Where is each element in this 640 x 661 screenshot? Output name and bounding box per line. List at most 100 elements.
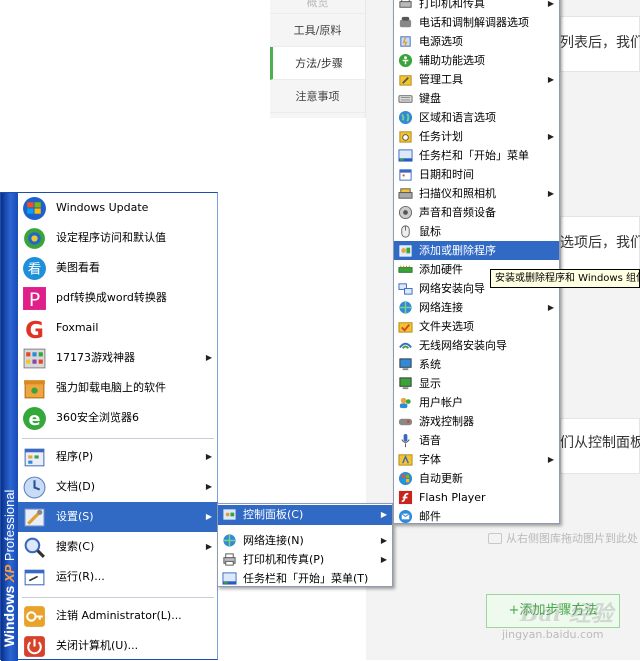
cp-item-add-remove-programs[interactable]: 添加或删除程序 (394, 241, 559, 260)
start-item-run[interactable]: 运行(R)... (18, 562, 218, 592)
mouse-icon (401, 225, 410, 238)
start-item-meitu[interactable]: 看 美图看看 (18, 253, 218, 283)
submenu-label: 邮件 (419, 510, 441, 523)
start-item-programs[interactable]: 程序(P) ▶ (18, 442, 218, 472)
menu-separator (22, 438, 214, 439)
chevron-right-icon: ▶ (205, 482, 212, 491)
chevron-right-icon: ▶ (547, 0, 554, 8)
submenu-label: 网络安装向导 (419, 282, 485, 295)
submenu-label: 打印机和传真(P) (243, 553, 325, 566)
cp-item-mouse[interactable]: 鼠标 (394, 222, 559, 241)
start-item-360-browser[interactable]: e 360安全浏览器6 (18, 403, 218, 433)
start-item-pdf-converter[interactable]: P pdf转换成word转换器 (18, 283, 218, 313)
tab-notes[interactable]: 注意事项 (270, 80, 365, 113)
start-item-documents[interactable]: 文档(D) ▶ (18, 472, 218, 502)
start-item-game-tool[interactable]: 17173游戏神器 ▶ (18, 343, 218, 373)
chevron-right-icon: ▶ (205, 542, 212, 551)
chevron-right-icon: ▶ (380, 536, 387, 545)
start-item-logoff[interactable]: 注销 Administrator(L)... (18, 601, 218, 631)
settings-item-printers[interactable]: 打印机和传真(P) ▶ (218, 550, 392, 569)
cp-item-mail[interactable]: 邮件 (394, 507, 559, 526)
control-panel-submenu: 打印机和传真 ▶ 电话和调制解调器选项 电源选项 辅助功能选项 管理工具 ▶ 键盘 … (393, 0, 560, 524)
start-item-shutdown[interactable]: 关闭计算机(U)... (18, 631, 218, 661)
cp-item-user-accounts[interactable]: 用户帐户 (394, 393, 559, 412)
cp-item-system[interactable]: 系统 (394, 355, 559, 374)
tab-tools[interactable]: 工具/原料 (270, 14, 365, 47)
cp-item-taskbar[interactable]: 任务栏和「开始」菜单 (394, 146, 559, 165)
cp-item-admin-tools[interactable]: 管理工具 ▶ (394, 70, 559, 89)
chevron-right-icon: ▶ (547, 303, 554, 312)
start-item-foxmail[interactable]: G Foxmail (18, 313, 218, 343)
cp-item-folder-options[interactable]: 文件夹选项 (394, 317, 559, 336)
tab-overview[interactable]: 概览 (270, 0, 365, 14)
cp-item-network[interactable]: 网络连接 ▶ (394, 298, 559, 317)
cp-item-task-scheduler[interactable]: 任务计划 ▶ (394, 127, 559, 146)
cp-item-printers[interactable]: 打印机和传真 ▶ (394, 0, 559, 13)
banner-windows: Windows (1, 585, 17, 647)
chevron-right-icon: ▶ (547, 75, 554, 84)
cp-item-flash-player[interactable]: Flash Player (394, 488, 559, 507)
tab-steps[interactable]: 方法/步骤 (270, 47, 365, 80)
settings-item-control-panel[interactable]: 控制面板(C) ▶ (218, 505, 392, 525)
cp-item-date-time[interactable]: 日期和时间 (394, 165, 559, 184)
cp-item-phone-modem[interactable]: 电话和调制解调器选项 (394, 13, 559, 32)
article-nav-tabs: 概览 工具/原料 方法/步骤 注意事项 (270, 0, 366, 118)
settings-item-network[interactable]: 网络连接(N) ▶ (218, 531, 392, 550)
submenu-label: 文件夹选项 (419, 320, 474, 333)
add-hardware-icon (398, 265, 413, 273)
program-defaults-icon (24, 228, 45, 249)
start-item-settings[interactable]: 设置(S) ▶ (18, 502, 218, 532)
submenu-label: 网络连接(N) (243, 534, 304, 547)
start-item-label: 搜索(C) (56, 540, 95, 553)
submenu-label: 显示 (419, 377, 441, 390)
cp-item-fonts[interactable]: 字体 ▶ (394, 450, 559, 469)
submenu-label: 日期和时间 (419, 168, 474, 181)
submenu-label: 用户帐户 (419, 396, 463, 409)
browser-360-icon: e (23, 407, 46, 430)
step-text: 列表后，我们 (560, 35, 640, 51)
cp-item-accessibility[interactable]: 辅助功能选项 (394, 51, 559, 70)
cp-item-scanners[interactable]: 扫描仪和照相机 ▶ (394, 184, 559, 203)
cp-item-display[interactable]: 显示 (394, 374, 559, 393)
control-panel-icon (222, 508, 237, 521)
speech-icon (401, 433, 410, 448)
submenu-label: 键盘 (419, 92, 441, 105)
start-item-label: 程序(P) (56, 450, 94, 463)
settings-item-taskbar[interactable]: 任务栏和「开始」菜单(T) (218, 569, 392, 588)
cp-item-power[interactable]: 电源选项 (394, 32, 559, 51)
start-item-windows-update[interactable]: Windows Update (18, 193, 218, 223)
cp-item-wireless[interactable]: 无线网络安装向导 (394, 336, 559, 355)
start-item-label: 文档(D) (56, 480, 96, 493)
start-item-label: 设置(S) (56, 510, 94, 523)
cp-item-auto-update[interactable]: 自动更新 (394, 469, 559, 488)
wireless-icon (399, 342, 412, 349)
shutdown-icon (24, 636, 45, 657)
cp-item-speech[interactable]: 语音 (394, 431, 559, 450)
network-icon (399, 301, 412, 314)
submenu-label: 控制面板(C) (243, 508, 304, 521)
taskbar-icon (222, 572, 237, 585)
chevron-right-icon: ▶ (547, 132, 554, 141)
fonts-icon (398, 454, 413, 466)
settings-submenu: 控制面板(C) ▶ 网络连接(N) ▶ 打印机和传真(P) ▶ 任务栏和「开始」… (217, 503, 393, 587)
start-item-program-defaults[interactable]: 设定程序访问和默认值 (18, 223, 218, 253)
game-tool-icon (23, 348, 46, 369)
pdf-glyph: P (29, 290, 40, 311)
start-item-uninstaller[interactable]: 强力卸载电脑上的软件 (18, 373, 218, 403)
image-drop-hint-text: 从右侧图库拖动图片到此处 (506, 532, 638, 545)
cp-item-region-language[interactable]: 区域和语言选项 (394, 108, 559, 127)
submenu-label: 无线网络安装向导 (419, 339, 507, 352)
tooltip: 安装或删除程序和 Windows 组件 (490, 269, 640, 288)
cp-item-keyboard[interactable]: 键盘 (394, 89, 559, 108)
submenu-label: 管理工具 (419, 73, 463, 86)
submenu-label: 打印机和传真 (419, 0, 485, 10)
submenu-label: 鼠标 (419, 225, 441, 238)
watermark-url: jingyan.baidu.com (502, 628, 604, 641)
meitu-glyph: 看 (28, 262, 42, 278)
submenu-label: 辅助功能选项 (419, 54, 485, 67)
cp-item-game-controllers[interactable]: 游戏控制器 (394, 412, 559, 431)
start-item-search[interactable]: 搜索(C) ▶ (18, 532, 218, 562)
documents-icon (23, 476, 46, 499)
cp-item-sound[interactable]: 声音和音频设备 (394, 203, 559, 222)
submenu-label: 任务栏和「开始」菜单 (419, 149, 529, 162)
